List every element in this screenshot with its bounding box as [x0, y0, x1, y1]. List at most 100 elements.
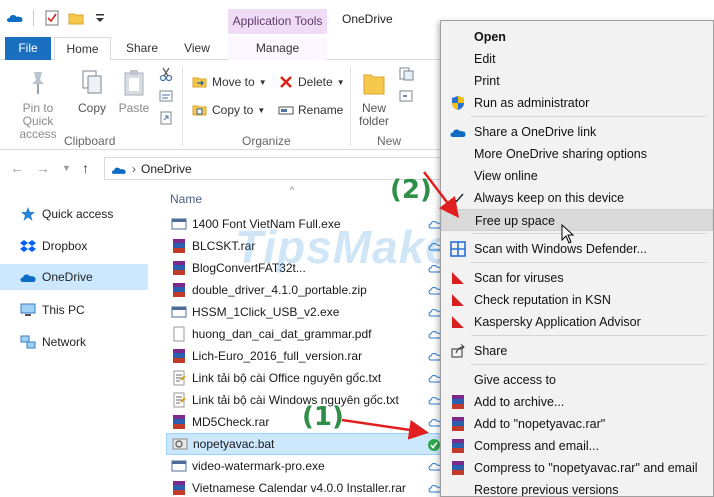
- menu-item-free-up-space[interactable]: Free up space: [441, 209, 713, 231]
- new-folder-label-line2: folder: [358, 114, 390, 128]
- new-folder-button[interactable]: New folder: [356, 68, 392, 128]
- paste-button[interactable]: Paste: [116, 68, 152, 115]
- menu-item-label: Scan with Windows Defender...: [474, 242, 647, 256]
- file-row[interactable]: double_driver_4.1.0_portable.zip: [166, 279, 444, 301]
- pin-icon: [32, 72, 44, 94]
- new-folder-icon[interactable]: [67, 9, 85, 27]
- file-row[interactable]: 1400 Font VietNam Full.exe: [166, 213, 444, 235]
- tab-manage[interactable]: Manage: [228, 37, 327, 60]
- menu-item-label: Scan for viruses: [474, 271, 564, 285]
- pin-to-quick-access-button[interactable]: Pin to Quick access: [6, 68, 70, 141]
- copy-to-button[interactable]: Copy to ▼: [192, 100, 265, 120]
- menu-item-give-access-to[interactable]: Give access to: [441, 369, 713, 391]
- menu-item-compress-and-email[interactable]: Compress and email...: [441, 435, 713, 457]
- menu-item-run-as-administrator[interactable]: Run as administrator: [441, 92, 713, 114]
- toolbar-separator: [33, 10, 34, 26]
- clipboard-group-label: Clipboard: [64, 134, 116, 148]
- nav-item-quick-access[interactable]: Quick access: [0, 201, 148, 227]
- menu-separator: [471, 116, 707, 117]
- menu-item-scan-windows-defender[interactable]: Scan with Windows Defender...: [441, 238, 713, 260]
- file-row[interactable]: BLCSKT.rar: [166, 235, 444, 257]
- winrar-icon: [452, 461, 464, 475]
- menu-item-print[interactable]: Print: [441, 70, 713, 92]
- file-row[interactable]: video-watermark-pro.exe: [166, 455, 444, 477]
- tab-file[interactable]: File: [5, 37, 51, 60]
- menu-item-label: Always keep on this device: [474, 191, 625, 205]
- menu-item-compress-to-rar-and-email[interactable]: Compress to "nopetyavac.rar" and email: [441, 457, 713, 479]
- menu-item-scan-for-viruses[interactable]: Scan for viruses: [441, 267, 713, 289]
- file-name: Link tải bộ cài Windows nguyên gốc.txt: [192, 393, 399, 407]
- menu-item-add-to-archive[interactable]: Add to archive...: [441, 391, 713, 413]
- new-item-icon[interactable]: [398, 66, 416, 82]
- column-header-name[interactable]: Name: [170, 192, 202, 206]
- nav-item-label: This PC: [42, 303, 85, 317]
- onedrive-icon: [20, 274, 36, 282]
- group-separator: [182, 66, 183, 146]
- easy-access-icon[interactable]: [398, 88, 416, 104]
- menu-item-edit[interactable]: Edit: [441, 48, 713, 70]
- customize-toolbar-icon[interactable]: [91, 9, 109, 27]
- tab-share[interactable]: Share: [116, 37, 168, 60]
- up-arrow-icon[interactable]: ↑: [82, 160, 89, 176]
- file-name: HSSM_1Click_USB_v2.exe: [192, 305, 340, 319]
- menu-item-restore-previous-versions[interactable]: Restore previous versions: [441, 479, 713, 497]
- menu-item-add-to-rar[interactable]: Add to "nopetyavac.rar": [441, 413, 713, 435]
- move-to-label: Move to: [212, 75, 255, 89]
- menu-item-share-onedrive-link[interactable]: Share a OneDrive link: [441, 121, 713, 143]
- delete-button[interactable]: Delete ▼: [278, 72, 345, 92]
- file-row[interactable]: HSSM_1Click_USB_v2.exe: [166, 301, 444, 323]
- menu-item-label: Print: [474, 74, 500, 88]
- tab-home[interactable]: Home: [54, 37, 111, 61]
- file-list: ^ Name 1400 Font VietNam Full.exe BLCSKT…: [160, 185, 450, 497]
- file-row[interactable]: Lich-Euro_2016_full_version.rar: [166, 345, 444, 367]
- menu-item-check-reputation-ksn[interactable]: Check reputation in KSN: [441, 289, 713, 311]
- file-name: video-watermark-pro.exe: [192, 459, 325, 473]
- file-row[interactable]: Link tải bộ cài Office nguyên gốc.txt: [166, 367, 444, 389]
- breadcrumb-separator-icon: ›: [132, 161, 136, 176]
- file-row-selected[interactable]: nopetyavac.bat: [166, 433, 444, 455]
- rar-archive-icon: [173, 481, 185, 495]
- uac-shield-icon: [452, 96, 464, 110]
- computer-icon: [20, 303, 36, 316]
- menu-item-always-keep-on-device[interactable]: Always keep on this device: [441, 187, 713, 209]
- annotation-step-1: (1): [302, 402, 344, 432]
- nav-item-this-pc[interactable]: This PC: [0, 297, 148, 323]
- paste-shortcut-icon[interactable]: [158, 110, 174, 126]
- file-row[interactable]: Vietnamese Calendar v4.0.0 Installer.rar: [166, 477, 444, 497]
- menu-item-kaspersky-advisor[interactable]: Kaspersky Application Advisor: [441, 311, 713, 333]
- properties-icon[interactable]: [43, 9, 61, 27]
- menu-item-label: Check reputation in KSN: [474, 293, 611, 307]
- nav-item-onedrive[interactable]: OneDrive: [0, 264, 148, 290]
- breadcrumb-onedrive[interactable]: OneDrive: [141, 162, 192, 176]
- nav-item-label: Dropbox: [42, 239, 88, 253]
- cut-icon[interactable]: [158, 66, 174, 82]
- menu-item-label: Add to "nopetyavac.rar": [474, 417, 606, 431]
- new-folder-label-line1: New: [361, 101, 386, 115]
- copy-button[interactable]: Copy: [74, 68, 110, 115]
- nav-item-dropbox[interactable]: Dropbox: [0, 233, 148, 259]
- copy-path-icon[interactable]: [158, 88, 174, 104]
- file-row[interactable]: BlogConvertFAT32t...: [166, 257, 444, 279]
- forward-arrow-icon[interactable]: →: [36, 160, 50, 176]
- text-file-icon: [173, 370, 186, 386]
- menu-item-view-online[interactable]: View online: [441, 165, 713, 187]
- back-arrow-icon[interactable]: ←: [10, 160, 24, 176]
- tab-view[interactable]: View: [172, 37, 222, 60]
- window-title: OneDrive: [342, 12, 393, 26]
- menu-item-label: Restore previous versions: [474, 483, 619, 497]
- mouse-cursor-icon: [561, 224, 575, 244]
- menu-item-more-sharing-options[interactable]: More OneDrive sharing options: [441, 143, 713, 165]
- move-to-button[interactable]: Move to ▼: [192, 72, 267, 92]
- menu-item-label: Share a OneDrive link: [474, 125, 597, 139]
- rename-button[interactable]: Rename: [278, 100, 343, 120]
- copy-label: Copy: [77, 101, 106, 115]
- menu-item-label: Free up space: [475, 214, 555, 228]
- nav-item-network[interactable]: Network: [0, 329, 148, 355]
- menu-item-open[interactable]: Open: [441, 26, 713, 48]
- menu-item-share[interactable]: Share: [441, 340, 713, 362]
- star-icon: [21, 207, 35, 221]
- recent-locations-icon[interactable]: ▼: [62, 163, 71, 173]
- file-row[interactable]: huong_dan_cai_dat_grammar.pdf: [166, 323, 444, 345]
- organize-group-label: Organize: [242, 134, 291, 148]
- file-name: 1400 Font VietNam Full.exe: [192, 217, 341, 231]
